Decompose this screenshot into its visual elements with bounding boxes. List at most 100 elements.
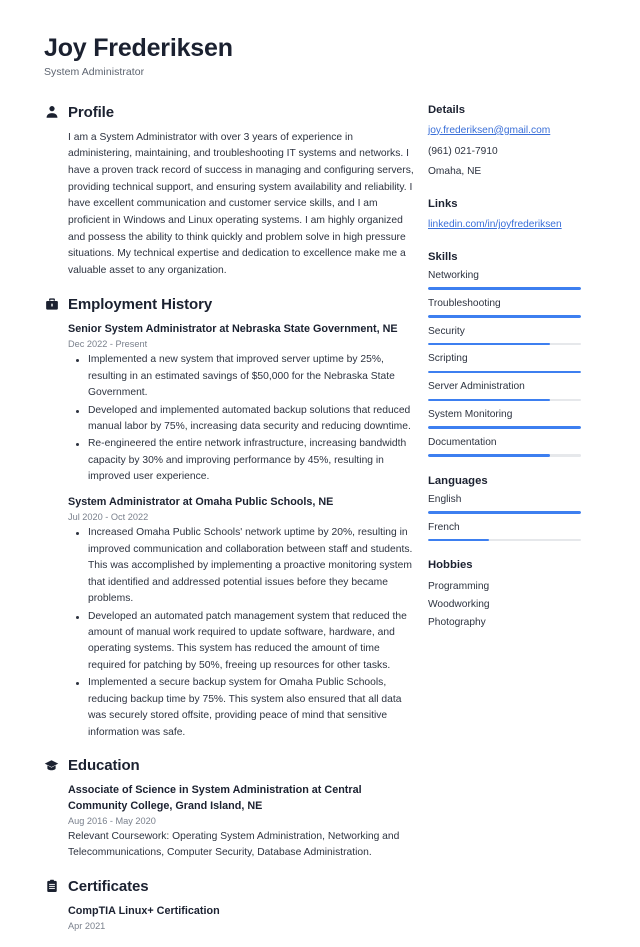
skill-item: Server Administration bbox=[428, 381, 610, 402]
certificate-entry-date: Apr 2021 bbox=[68, 921, 106, 932]
education-entry-description: Relevant Coursework: Operating System Ad… bbox=[68, 830, 400, 859]
section-certificates-header: Certificates bbox=[44, 878, 416, 895]
section-profile-body: I am a System Administrator with over 3 … bbox=[44, 130, 416, 280]
skill-label: Server Administration bbox=[428, 381, 525, 393]
employment-entry: Senior System Administrator at Nebraska … bbox=[68, 322, 416, 486]
block-hobbies: Hobbies Programming Woodworking Photogra… bbox=[428, 559, 610, 631]
employment-entry-date: Jul 2020 - Oct 2022 bbox=[68, 512, 149, 523]
skills-title: Skills bbox=[428, 251, 458, 263]
section-employment-header: Employment History bbox=[44, 296, 416, 313]
employment-entry-date: Dec 2022 - Present bbox=[68, 339, 148, 350]
skill-label: System Monitoring bbox=[428, 409, 513, 421]
section-education-header: Education bbox=[44, 757, 416, 774]
skill-meter-fill bbox=[428, 315, 581, 318]
skill-label: Documentation bbox=[428, 436, 497, 448]
resume-page: Joy Frederiksen System Administrator Pro… bbox=[0, 0, 640, 931]
languages-title: Languages bbox=[428, 474, 488, 487]
skill-meter-track bbox=[428, 426, 581, 429]
language-item: French bbox=[428, 522, 610, 542]
section-employment-title: Employment History bbox=[68, 295, 213, 313]
skill-label: Security bbox=[428, 325, 465, 337]
language-meter-fill bbox=[428, 511, 581, 514]
section-profile-title: Profile bbox=[68, 103, 114, 121]
skill-meter-fill bbox=[428, 426, 581, 429]
skill-label: Scripting bbox=[428, 353, 468, 365]
skill-meter-track bbox=[428, 287, 581, 290]
bullet-item: Re-engineered the entire network infrast… bbox=[68, 436, 416, 485]
block-skills: Skills Networking Troubleshooting Securi… bbox=[428, 251, 610, 457]
section-certificates-body: CompTIA Linux+ Certification Apr 2021 bbox=[44, 904, 416, 931]
language-meter-track bbox=[428, 538, 581, 542]
clipboard-icon bbox=[44, 879, 59, 894]
skill-meter-track bbox=[428, 454, 581, 457]
graduation-cap-icon bbox=[44, 758, 59, 773]
skill-meter-fill bbox=[428, 370, 581, 374]
skill-label: Troubleshooting bbox=[428, 297, 501, 309]
section-employment-body: Senior System Administrator at Nebraska … bbox=[44, 322, 416, 742]
bullet-item: Implemented a new system that improved s… bbox=[68, 352, 416, 401]
resume-header: Joy Frederiksen System Administrator bbox=[44, 34, 610, 78]
candidate-name: Joy Frederiksen bbox=[44, 34, 233, 62]
education-entry: Associate of Science in System Administr… bbox=[68, 783, 416, 862]
skills-list: Networking Troubleshooting Security Scri… bbox=[428, 270, 610, 457]
language-meter-fill bbox=[428, 538, 490, 542]
phone-text: (961) 021-7910 bbox=[428, 145, 498, 157]
education-entry-date: Aug 2016 - May 2020 bbox=[68, 815, 156, 826]
skill-label: Networking bbox=[428, 270, 479, 281]
block-links: Links linkedin.com/in/joyfrederiksen bbox=[428, 198, 610, 233]
certificate-entry: CompTIA Linux+ Certification Apr 2021 bbox=[68, 904, 416, 931]
education-entry-title: Associate of Science in System Administr… bbox=[68, 784, 362, 812]
linkedin-link[interactable]: linkedin.com/in/joyfrederiksen bbox=[428, 217, 610, 233]
person-icon bbox=[44, 105, 59, 120]
employment-entry-title: Senior System Administrator at Nebraska … bbox=[68, 322, 398, 335]
employment-entry-bullets: Increased Omaha Public Schools' network … bbox=[68, 525, 416, 741]
skill-meter-track bbox=[428, 315, 581, 318]
hobbies-title: Hobbies bbox=[428, 559, 473, 572]
skill-meter-fill bbox=[428, 287, 581, 290]
employment-entry-title: System Administrator at Omaha Public Sch… bbox=[68, 495, 334, 508]
skill-meter-fill bbox=[428, 342, 551, 346]
skill-meter-fill bbox=[428, 398, 551, 402]
bullet-item: Developed and implemented automated back… bbox=[68, 403, 416, 436]
language-item: English bbox=[428, 494, 610, 514]
section-education: Education Associate of Science in System… bbox=[44, 757, 416, 862]
location-text: Omaha, NE bbox=[428, 166, 482, 178]
section-employment: Employment History Senior System Adminis… bbox=[44, 296, 416, 742]
skill-item: System Monitoring bbox=[428, 409, 610, 429]
skill-item: Networking bbox=[428, 270, 610, 290]
language-label: French bbox=[428, 521, 460, 533]
section-profile-header: Profile bbox=[44, 104, 416, 121]
skill-item: Troubleshooting bbox=[428, 298, 610, 318]
language-meter-track bbox=[428, 511, 581, 514]
bullet-item: Implemented a secure backup system for O… bbox=[68, 675, 416, 741]
email-link[interactable]: joy.frederiksen@gmail.com bbox=[428, 123, 610, 139]
hobby-item: Woodworking bbox=[428, 599, 490, 610]
language-label: English bbox=[428, 493, 462, 505]
bullet-item: Increased Omaha Public Schools' network … bbox=[68, 525, 416, 607]
skill-meter-track bbox=[428, 398, 581, 402]
skill-meter-track bbox=[428, 370, 581, 374]
certificate-entry-title: CompTIA Linux+ Certification bbox=[68, 904, 220, 917]
section-education-title: Education bbox=[68, 757, 140, 775]
skill-meter-track bbox=[428, 342, 581, 346]
main-column: Profile I am a System Administrator with… bbox=[44, 104, 416, 947]
hobby-item: Photography bbox=[428, 616, 486, 628]
skill-item: Documentation bbox=[428, 437, 610, 457]
skill-item: Scripting bbox=[428, 353, 610, 374]
block-languages: Languages English French bbox=[428, 475, 610, 542]
languages-list: English French bbox=[428, 494, 610, 542]
bullet-item: Developed an automated patch management … bbox=[68, 609, 416, 675]
briefcase-icon bbox=[44, 297, 59, 312]
profile-text: I am a System Administrator with over 3 … bbox=[68, 131, 414, 277]
block-details: Details joy.frederiksen@gmail.com (961) … bbox=[428, 104, 610, 180]
section-certificates-title: Certificates bbox=[68, 877, 149, 895]
skill-meter-fill bbox=[428, 454, 551, 457]
section-education-body: Associate of Science in System Administr… bbox=[44, 783, 416, 862]
resume-body: Profile I am a System Administrator with… bbox=[44, 104, 610, 947]
skill-item: Security bbox=[428, 326, 610, 346]
employment-entry-bullets: Implemented a new system that improved s… bbox=[68, 352, 416, 486]
side-column: Details joy.frederiksen@gmail.com (961) … bbox=[428, 104, 610, 649]
hobby-item: Programming bbox=[428, 581, 490, 593]
candidate-job-title: System Administrator bbox=[44, 65, 145, 78]
details-title: Details bbox=[428, 103, 466, 116]
